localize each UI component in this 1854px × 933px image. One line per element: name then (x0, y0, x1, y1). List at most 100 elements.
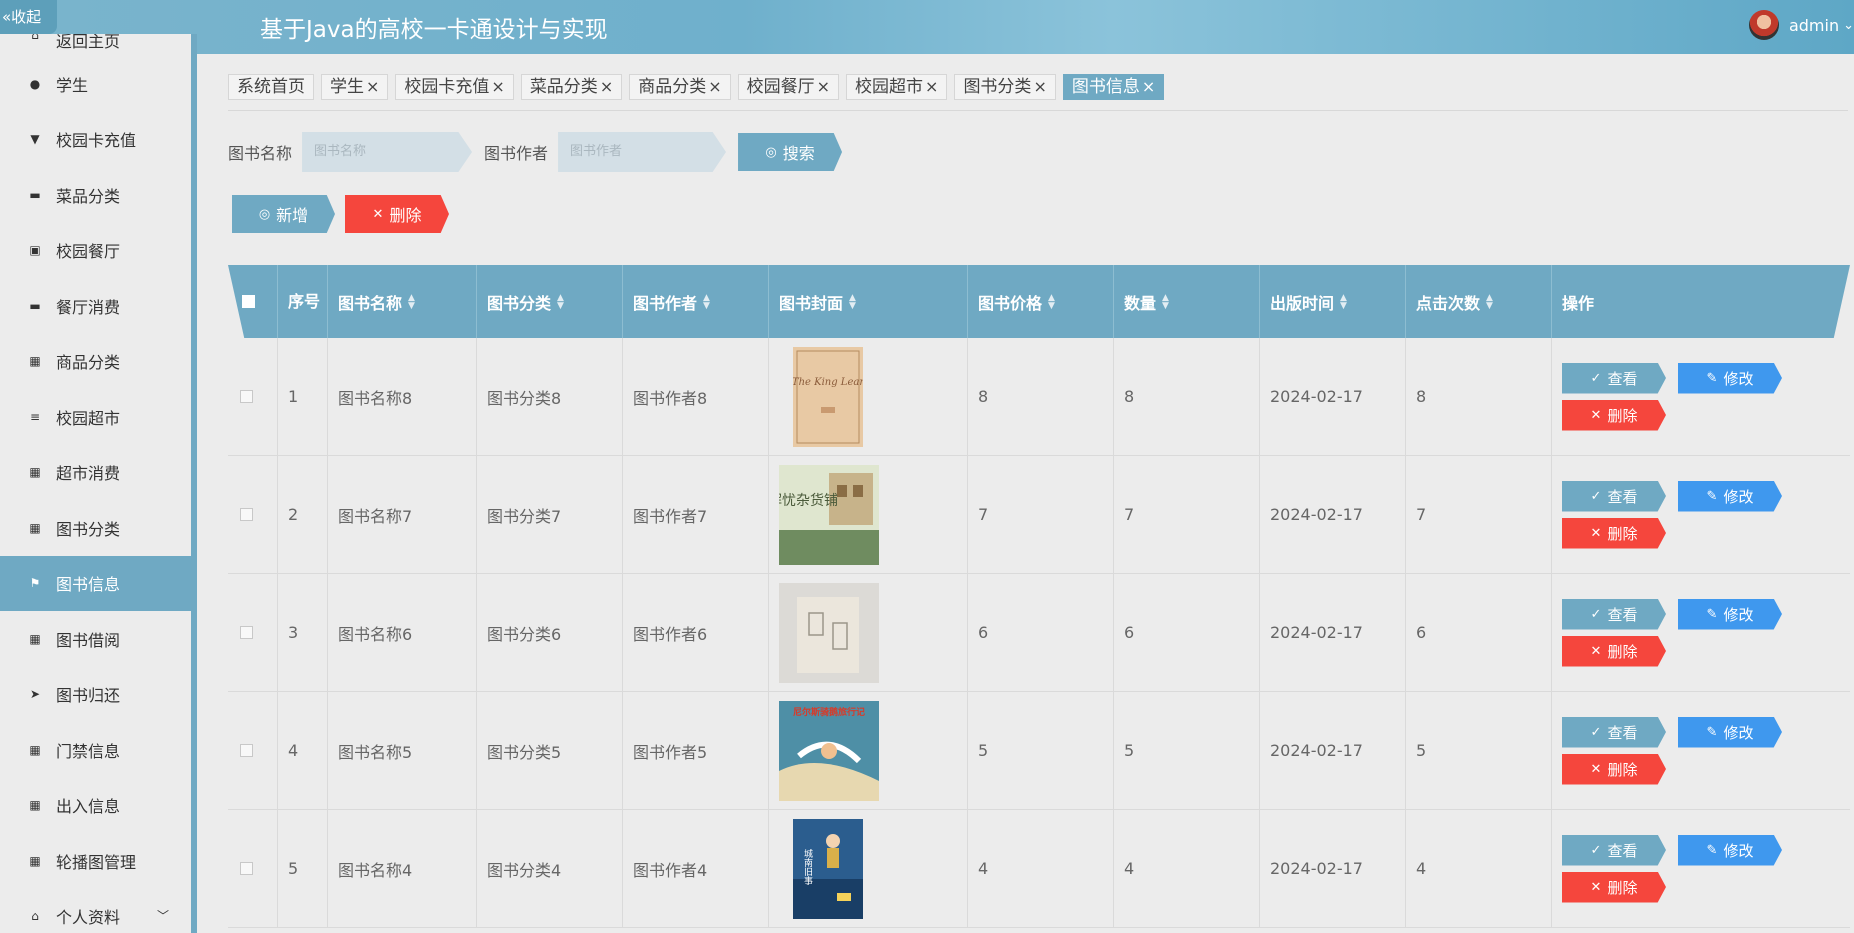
col-category[interactable]: 图书分类 ▲ ▼ (477, 265, 623, 338)
view-button[interactable]: ✓ 查看 (1562, 716, 1666, 748)
row-checkbox[interactable] (240, 390, 253, 403)
sort-icon[interactable]: ▲ ▼ (1340, 293, 1347, 310)
sidebar-item-book-info[interactable]: ⚑ 图书信息 (0, 555, 191, 611)
delete-button[interactable]: ✕ 删除 (1562, 871, 1666, 903)
batch-delete-button[interactable]: ✕ 删除 (345, 195, 449, 233)
close-icon[interactable]: × (1142, 75, 1155, 99)
sidebar-item-supermarket-consumption[interactable]: ▦ 超市消费 (0, 445, 191, 501)
sidebar-item-profile[interactable]: ⌂ 个人资料 ﹀ (0, 889, 191, 933)
cell-qty: 7 (1114, 456, 1260, 573)
view-button[interactable]: ✓ 查看 (1562, 834, 1666, 866)
table-row: 1 图书名称8 图书分类8 图书作者8 The King Lear 8 8 20… (228, 338, 1850, 456)
sort-icon[interactable]: ▲ ▼ (557, 293, 564, 310)
tab-supermarket[interactable]: 校园超市 × (846, 74, 948, 100)
row-checkbox[interactable] (240, 508, 253, 521)
sidebar-item-student[interactable]: ● 学生 (0, 56, 191, 112)
tab-card-recharge[interactable]: 校园卡充值 × (395, 74, 514, 100)
close-icon[interactable]: × (925, 75, 938, 99)
sort-icon[interactable]: ▲ ▼ (1486, 293, 1493, 310)
close-icon[interactable]: × (491, 75, 504, 99)
book-cover-image: 城南旧事 (793, 818, 863, 919)
add-button[interactable]: ◎ 新增 (232, 195, 335, 233)
close-icon[interactable]: × (366, 75, 379, 99)
tab-home[interactable]: 系统首页 (228, 74, 314, 100)
edit-button[interactable]: ✎ 修改 (1678, 362, 1782, 394)
edit-button[interactable]: ✎ 修改 (1678, 598, 1782, 630)
sidebar-item-goods-category[interactable]: ▦ 商品分类 (0, 334, 191, 390)
sort-icon[interactable]: ▲ ▼ (408, 293, 415, 310)
row-checkbox[interactable] (240, 744, 253, 757)
cell-ops: ✓ 查看 ✎ 修改 ✕ 删除 (1552, 574, 1850, 691)
tab-book-category[interactable]: 图书分类 × (954, 74, 1056, 100)
cell-author: 图书作者5 (623, 692, 769, 809)
select-all-checkbox[interactable] (242, 295, 255, 308)
sidebar-item-label: 个人资料 (56, 908, 121, 928)
cell-cover: The King Lear (769, 338, 968, 455)
col-cover[interactable]: 图书封面 ▲ ▼ (769, 265, 968, 338)
sidebar-item-access-control[interactable]: ▦ 门禁信息 (0, 722, 191, 778)
book-author-input[interactable]: 图书作者 (558, 132, 727, 172)
close-icon[interactable]: × (1033, 75, 1046, 99)
row-checkbox[interactable] (240, 862, 253, 875)
cell-cover (769, 574, 968, 691)
sidebar-item-home[interactable]: ⌂ 返回主页 (0, 34, 191, 56)
view-button[interactable]: ✓ 查看 (1562, 598, 1666, 630)
user-menu[interactable]: admin ⌄ (1748, 10, 1854, 40)
sidebar-item-card-recharge[interactable]: ▼ 校园卡充值 (0, 112, 191, 168)
book-cover-image: The King Lear (793, 346, 863, 447)
tab-student[interactable]: 学生 × (321, 74, 389, 100)
col-name[interactable]: 图书名称 ▲ ▼ (328, 265, 477, 338)
sidebar-item-dish-category[interactable]: ▬ 菜品分类 (0, 167, 191, 223)
delete-button[interactable]: ✕ 删除 (1562, 635, 1666, 667)
delete-button[interactable]: ✕ 删除 (1562, 753, 1666, 785)
tab-canteen[interactable]: 校园餐厅 × (737, 74, 840, 100)
table-row: 2 图书名称7 图书分类7 图书作者7 解忧杂货铺 7 7 2024-02-17… (228, 456, 1850, 574)
edit-icon: ✎ (1706, 370, 1718, 386)
delete-button[interactable]: ✕ 删除 (1562, 517, 1666, 549)
delete-button[interactable]: ✕ 删除 (1562, 399, 1666, 431)
edit-button[interactable]: ✎ 修改 (1678, 834, 1782, 866)
row-checkbox[interactable] (240, 626, 253, 639)
sidebar-item-supermarket[interactable]: ≡ 校园超市 (0, 389, 191, 445)
clipboard-icon: ▣ (29, 243, 41, 258)
book-cover-image: 尼尔斯骑鹅旅行记 (779, 700, 879, 801)
view-button[interactable]: ✓ 查看 (1562, 480, 1666, 512)
close-icon[interactable]: × (600, 75, 613, 99)
search-button[interactable]: ◎ 搜索 (738, 133, 843, 171)
col-date[interactable]: 出版时间 ▲ ▼ (1260, 265, 1406, 338)
tab-book-info[interactable]: 图书信息 × (1062, 74, 1165, 100)
sidebar-item-book-category[interactable]: ▦ 图书分类 (0, 500, 191, 556)
sort-icon[interactable]: ▲ ▼ (849, 293, 856, 310)
sidebar-item-book-return[interactable]: ➤ 图书归还 (0, 667, 191, 723)
sidebar-item-canteen[interactable]: ▣ 校园餐厅 (0, 223, 191, 279)
sidebar-item-entry-exit[interactable]: ▦ 出入信息 (0, 778, 191, 834)
sidebar-item-carousel[interactable]: ▦ 轮播图管理 (0, 833, 191, 889)
sidebar-item-canteen-consumption[interactable]: ▬ 餐厅消费 (0, 278, 191, 334)
col-author[interactable]: 图书作者 ▲ ▼ (623, 265, 769, 338)
sort-icon[interactable]: ▲ ▼ (1048, 293, 1055, 310)
col-price[interactable]: 图书价格 ▲ ▼ (968, 265, 1114, 338)
user-name[interactable]: admin (1789, 16, 1839, 35)
sort-icon[interactable]: ▲ ▼ (703, 293, 710, 310)
close-icon[interactable]: × (817, 75, 830, 99)
col-clicks[interactable]: 点击次数 ▲ ▼ (1406, 265, 1552, 338)
avatar[interactable] (1748, 10, 1779, 40)
sort-icon[interactable]: ▲ ▼ (1162, 293, 1169, 310)
chevron-down-icon[interactable]: ⌄ (1843, 18, 1854, 33)
comment-icon: ▬ (29, 187, 41, 202)
tab-dish-category[interactable]: 菜品分类 × (520, 74, 623, 100)
sidebar-item-book-borrow[interactable]: ▦ 图书借阅 (0, 611, 191, 667)
book-cover-image (779, 582, 879, 683)
cell-author: 图书作者7 (623, 456, 769, 573)
book-name-input[interactable]: 图书名称 (302, 132, 473, 172)
tab-goods-category[interactable]: 商品分类 × (629, 74, 731, 100)
card-icon: ▼ (30, 132, 40, 147)
edit-button[interactable]: ✎ 修改 (1678, 716, 1782, 748)
col-qty[interactable]: 数量 ▲ ▼ (1114, 265, 1260, 338)
edit-button[interactable]: ✎ 修改 (1678, 480, 1782, 512)
collapse-button[interactable]: «收起 (0, 0, 57, 34)
view-button[interactable]: ✓ 查看 (1562, 362, 1666, 394)
close-icon[interactable]: × (708, 75, 721, 99)
check-circle-icon: ◎ (258, 206, 271, 222)
sidebar-item-label: 图书分类 (56, 519, 121, 539)
